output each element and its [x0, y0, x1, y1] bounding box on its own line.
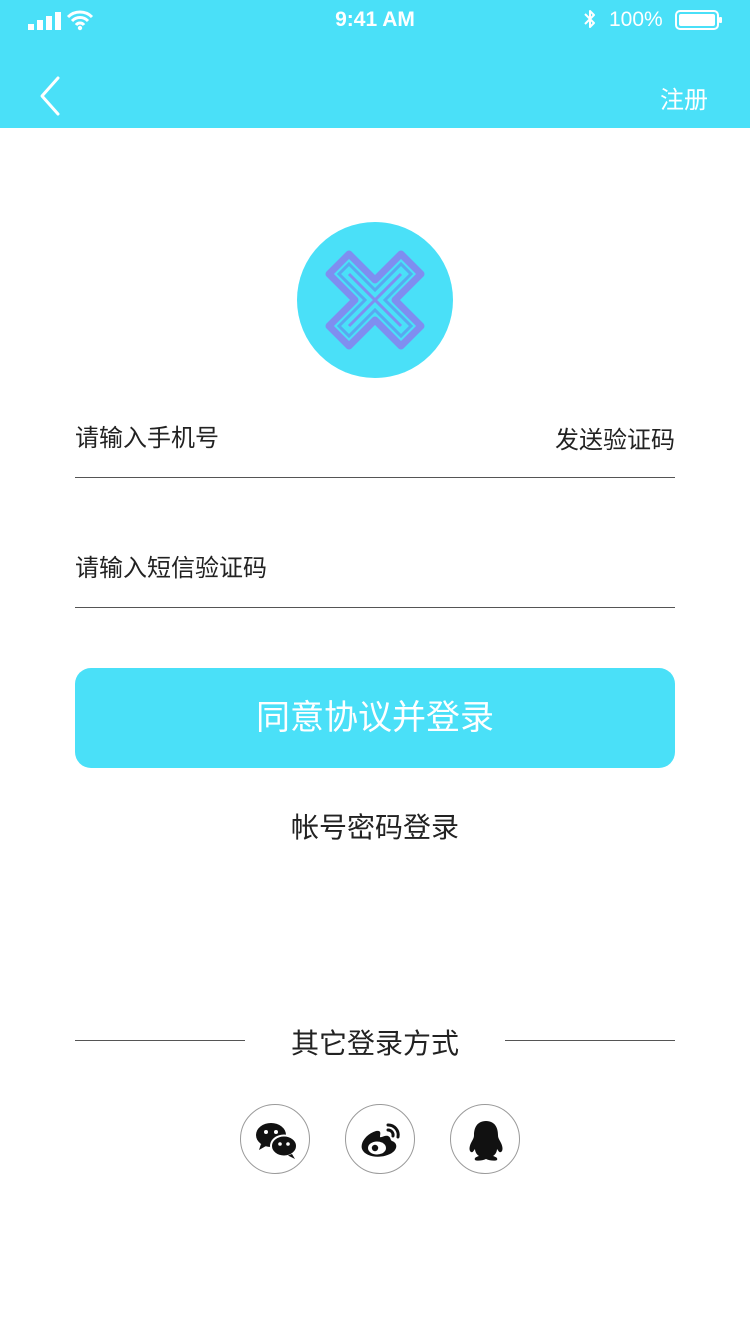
qq-icon	[469, 1121, 503, 1161]
wechat-icon	[256, 1123, 298, 1159]
sms-code-field	[75, 548, 675, 608]
battery-percent: 100%	[609, 8, 663, 31]
sms-code-input[interactable]	[75, 548, 515, 588]
knot-logo-icon	[325, 250, 425, 350]
wechat-login-button[interactable]	[240, 1104, 310, 1174]
weibo-login-button[interactable]	[345, 1104, 415, 1174]
agree-and-login-button[interactable]: 同意协议并登录	[75, 668, 675, 768]
battery-icon	[675, 10, 722, 30]
header: 9:41 AM 100% 注册	[0, 0, 750, 128]
app-logo	[297, 222, 453, 378]
other-login-title: 其它登录方式	[290, 1027, 459, 1060]
phone-input[interactable]	[75, 418, 515, 458]
register-link[interactable]: 注册	[660, 80, 708, 115]
weibo-icon	[361, 1123, 400, 1157]
status-bar: 9:41 AM 100%	[0, 0, 750, 40]
back-icon[interactable]	[36, 74, 64, 118]
bluetooth-icon	[584, 10, 595, 28]
phone-field: 发送验证码	[75, 418, 675, 478]
qq-login-button[interactable]	[450, 1104, 520, 1174]
divider-right	[505, 1040, 675, 1041]
password-login-link[interactable]: 帐号密码登录	[0, 806, 750, 846]
send-code-button[interactable]: 发送验证码	[555, 420, 675, 455]
